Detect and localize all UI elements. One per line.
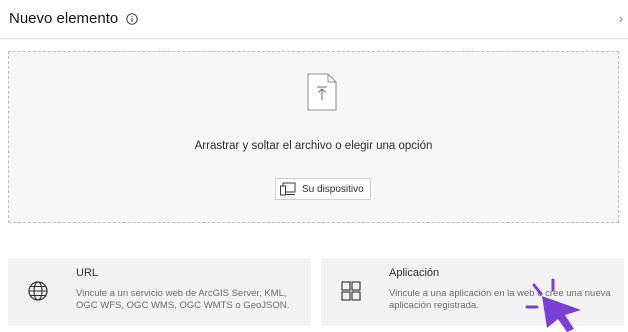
device-icon [280, 182, 296, 196]
close-button[interactable]: › [614, 10, 628, 26]
grid-icon [341, 281, 361, 301]
drop-zone[interactable]: Arrastrar y soltar el archivo o elegir u… [8, 51, 619, 223]
page-title: Nuevo elemento [9, 10, 138, 27]
url-option-description: Vincule a un servicio web de ArcGIS Serv… [76, 288, 290, 311]
upload-file-icon [307, 73, 337, 111]
device-upload-button[interactable]: Su dispositivo [275, 178, 371, 200]
application-option-title: Aplicación [389, 267, 440, 279]
header: Nuevo elemento › [0, 0, 628, 39]
page-title-text: Nuevo elemento [9, 10, 119, 27]
chevron-right-icon: › [618, 10, 624, 26]
url-option-title: URL [76, 267, 99, 279]
click-pointer-icon [525, 278, 581, 332]
drop-instructions: Arrastrar y soltar el archivo o elegir u… [194, 140, 433, 152]
device-upload-label: Su dispositivo [302, 183, 364, 195]
info-icon[interactable] [126, 12, 138, 25]
globe-icon [28, 281, 48, 301]
url-option-card[interactable]: URL Vincule a un servicio web de ArcGIS … [8, 258, 311, 326]
